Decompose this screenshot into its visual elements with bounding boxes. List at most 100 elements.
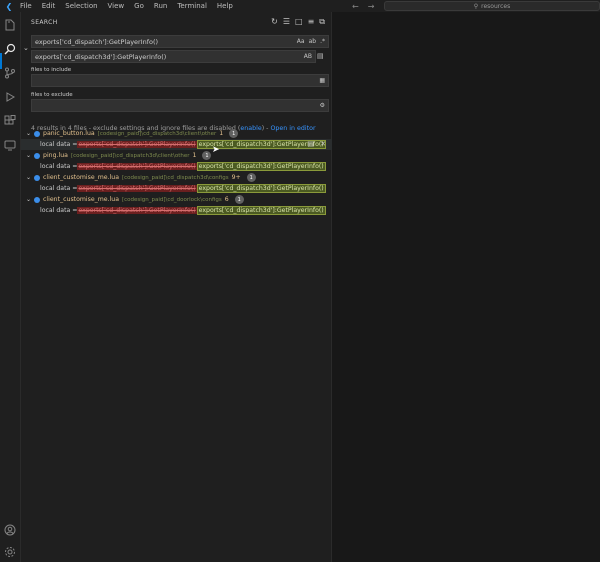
match-actions: ▤ ✕ — [308, 140, 327, 148]
result-file-path: [codesign_paid]\cd_dispatch3d\client\oth… — [97, 130, 217, 137]
collapse-all-icon[interactable]: ⧉ — [319, 17, 325, 27]
dismiss-match-icon[interactable]: ✕ — [320, 140, 326, 148]
match-deleted-text: exports['cd_dispatch']:GetPlayerInfo() — [77, 185, 197, 192]
result-file-name: client_customise_me.lua — [43, 196, 119, 203]
search-options: Aa ab .* — [297, 36, 325, 47]
result-file-row[interactable]: ⌄ panic_button.lua [codesign_paid]\cd_di… — [21, 128, 332, 139]
result-match-row[interactable]: local data = exports['cd_dispatch']:GetP… — [21, 139, 332, 150]
files-to-exclude-label: files to exclude — [31, 92, 73, 98]
menu-run[interactable]: Run — [149, 0, 172, 12]
lua-file-icon — [34, 152, 41, 159]
search-input-value: exports['cd_dispatch']:GetPlayerInfo() — [35, 37, 159, 46]
active-indicator — [0, 53, 2, 69]
files-to-include-label: files to include — [31, 67, 72, 73]
search-actions: ↻ ☰ □ ≡ ⧉ — [271, 17, 325, 27]
result-file-count: 6 — [224, 196, 229, 203]
refresh-icon[interactable]: ↻ — [271, 17, 278, 27]
lua-file-icon — [34, 130, 41, 137]
use-exclude-settings-icon[interactable]: ⚙ — [320, 102, 325, 109]
toggle-replace-chevron-icon[interactable]: ⌄ — [23, 44, 29, 52]
activity-bar — [0, 12, 21, 562]
title-bar: ❮ File Edit Selection View Go Run Termin… — [0, 0, 600, 12]
match-prefix: local data = — [40, 207, 78, 214]
chevron-down-icon[interactable]: ⌄ — [26, 196, 31, 203]
match-deleted-text: exports['cd_dispatch']:GetPlayerInfo() — [77, 163, 197, 170]
back-arrow-icon[interactable]: ← — [352, 2, 359, 11]
search-icon: ⚲ — [473, 2, 479, 10]
match-inserted-text: exports['cd_dispatch3d']:GetPlayerInfo() — [196, 162, 326, 171]
match-deleted-text: exports['cd_dispatch']:GetPlayerInfo() — [77, 141, 197, 148]
result-badge: 1 — [229, 129, 239, 138]
replace-match-icon[interactable]: ▤ — [308, 140, 315, 148]
chevron-down-icon[interactable]: ⌄ — [26, 152, 31, 159]
result-match-row[interactable]: local data = exports['cd_dispatch']:GetP… — [21, 205, 332, 216]
menu-file[interactable]: File — [15, 0, 37, 12]
result-match-row[interactable]: local data = exports['cd_dispatch']:GetP… — [21, 161, 332, 172]
result-file-count: 1 — [219, 130, 224, 137]
result-file-path: [codesign_paid]\cd_dispatch3d\client\oth… — [70, 152, 190, 159]
files-to-include-input[interactable]: ▦ — [31, 74, 329, 87]
match-deleted-text: exports['cd_dispatch']:GetPlayerInfo() — [77, 207, 197, 214]
result-file-row[interactable]: ⌄ client_customise_me.lua [codesign_paid… — [21, 194, 332, 205]
replace-options: AB — [304, 51, 312, 62]
sidebar-title: SEARCH — [31, 19, 58, 26]
replace-input[interactable]: exports['cd_dispatch3d']:GetPlayerInfo()… — [31, 50, 316, 63]
result-file-name: client_customise_me.lua — [43, 174, 119, 181]
result-badge: 1 — [202, 151, 212, 160]
result-match-row[interactable]: local data = exports['cd_dispatch']:GetP… — [21, 183, 332, 194]
files-to-exclude-input[interactable]: ⚙ — [31, 99, 329, 112]
menu-bar: File Edit Selection View Go Run Terminal… — [15, 0, 238, 12]
match-inserted-text: exports['cd_dispatch3d']:GetPlayerInfo() — [196, 206, 326, 215]
regex-toggle[interactable]: .* — [320, 38, 325, 45]
editor-area[interactable] — [333, 12, 600, 562]
match-inserted-text: exports['cd_dispatch3d']:GetPlayerInfo() — [196, 184, 326, 193]
run-debug-icon[interactable] — [3, 90, 17, 104]
view-as-tree-icon[interactable]: ≡ — [308, 17, 315, 27]
clear-results-icon[interactable]: ☰ — [283, 17, 290, 27]
match-prefix: local data = — [40, 185, 78, 192]
lua-file-icon — [34, 174, 41, 181]
result-file-count: 9+ — [231, 174, 241, 181]
match-whole-word-toggle[interactable]: ab — [309, 38, 317, 45]
explorer-icon[interactable] — [3, 18, 17, 32]
menu-go[interactable]: Go — [129, 0, 149, 12]
include-options: ▦ — [319, 75, 325, 86]
mouse-pointer-icon: ➤ — [212, 145, 220, 155]
menu-edit[interactable]: Edit — [37, 0, 61, 12]
chevron-down-icon[interactable]: ⌄ — [26, 130, 31, 137]
match-prefix: local data = — [40, 163, 78, 170]
command-center-label: resources — [481, 2, 511, 10]
match-case-toggle[interactable]: Aa — [297, 38, 305, 45]
result-file-row[interactable]: ⌄ client_customise_me.lua [codesign_paid… — [21, 172, 332, 183]
search-input[interactable]: exports['cd_dispatch']:GetPlayerInfo() A… — [31, 35, 329, 48]
replace-input-value: exports['cd_dispatch3d']:GetPlayerInfo() — [35, 52, 167, 61]
gear-icon[interactable] — [3, 545, 17, 559]
exclude-options: ⚙ — [320, 100, 325, 111]
nav-arrows: ← → — [352, 0, 374, 12]
menu-terminal[interactable]: Terminal — [172, 0, 212, 12]
vscode-logo-icon: ❮ — [5, 1, 13, 11]
result-badge: 1 — [234, 195, 244, 204]
replace-all-icon[interactable]: ▤ — [317, 52, 324, 60]
new-search-editor-icon[interactable]: □ — [295, 17, 303, 27]
menu-help[interactable]: Help — [212, 0, 238, 12]
menu-view[interactable]: View — [103, 0, 130, 12]
result-file-row[interactable]: ⌄ ping.lua [codesign_paid]\cd_dispatch3d… — [21, 150, 332, 161]
remote-explorer-icon[interactable] — [3, 138, 17, 152]
account-icon[interactable] — [3, 523, 17, 537]
source-control-icon[interactable] — [3, 66, 17, 80]
result-file-name: ping.lua — [43, 152, 68, 159]
command-center[interactable]: ⚲ resources — [384, 1, 600, 11]
search-sidebar: SEARCH ↻ ☰ □ ≡ ⧉ ⌄ exports['cd_dispatch'… — [21, 12, 332, 562]
preserve-case-toggle[interactable]: AB — [304, 53, 312, 60]
search-open-editors-icon[interactable]: ▦ — [319, 77, 325, 84]
chevron-down-icon[interactable]: ⌄ — [26, 174, 31, 181]
extensions-icon[interactable] — [3, 114, 17, 128]
forward-arrow-icon[interactable]: → — [368, 2, 375, 11]
result-badge: 1 — [246, 173, 256, 182]
menu-selection[interactable]: Selection — [60, 0, 102, 12]
lua-file-icon — [34, 196, 41, 203]
result-file-count: 1 — [192, 152, 197, 159]
result-file-path: [codesign_paid]\cd_doorlock\configs — [121, 196, 222, 203]
search-view-icon[interactable] — [3, 42, 17, 56]
